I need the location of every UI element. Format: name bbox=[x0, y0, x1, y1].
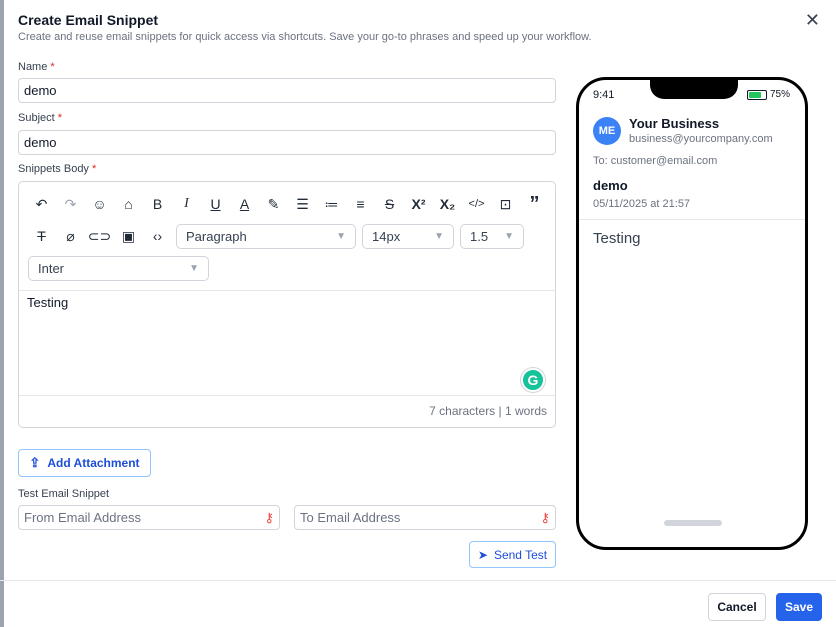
grammarly-icon[interactable]: G bbox=[521, 368, 545, 392]
font-color-icon[interactable]: A bbox=[230, 192, 259, 216]
strikethrough-icon[interactable]: S bbox=[375, 192, 404, 216]
block-format-select[interactable]: Paragraph ▼ bbox=[176, 223, 356, 249]
link-icon[interactable]: ⊂⊃ bbox=[85, 224, 114, 248]
image-icon[interactable]: ▣ bbox=[114, 224, 143, 248]
from-email-input[interactable]: From Email Address ⚷ bbox=[18, 505, 280, 530]
cancel-button[interactable]: Cancel bbox=[708, 593, 766, 621]
battery-text: 75% bbox=[769, 89, 790, 100]
add-attachment-label: Add Attachment bbox=[47, 456, 140, 470]
name-label: Name * bbox=[18, 61, 55, 73]
rich-text-editor: ↶ ↷ ☺ ⌂ B I U A ✎ ☰ ≔ ≡ S X² X₂ </> ⊡ ” … bbox=[18, 181, 556, 428]
key-icon[interactable]: ⚷ bbox=[540, 510, 550, 526]
line-height-select[interactable]: 1.5 ▼ bbox=[460, 223, 524, 249]
upload-icon: ⇪ bbox=[29, 455, 41, 470]
close-icon[interactable]: ✕ bbox=[805, 10, 820, 31]
source-code-icon[interactable]: ‹› bbox=[143, 224, 172, 248]
font-family-select[interactable]: Inter ▼ bbox=[28, 255, 209, 281]
dialog-title: Create Email Snippet bbox=[18, 12, 159, 28]
font-family-value: Inter bbox=[38, 260, 65, 276]
clear-format-icon[interactable]: T bbox=[27, 224, 56, 248]
tag-icon[interactable]: ⌂ bbox=[114, 192, 143, 216]
preview-date: 05/11/2025 at 21:57 bbox=[593, 198, 691, 210]
recipient-line: To: customer@email.com bbox=[593, 155, 718, 167]
redo-icon[interactable]: ↷ bbox=[56, 192, 85, 216]
add-attachment-button[interactable]: ⇪ Add Attachment bbox=[18, 449, 151, 477]
numbered-list-icon[interactable]: ≔ bbox=[317, 192, 346, 216]
battery-fill bbox=[748, 91, 761, 98]
dialog-header: Create Email Snippet Create and reuse em… bbox=[18, 12, 592, 43]
chevron-down-icon: ▼ bbox=[336, 230, 346, 242]
subject-label-text: Subject bbox=[18, 112, 55, 124]
bold-icon[interactable]: B bbox=[143, 192, 172, 216]
underline-icon[interactable]: U bbox=[201, 192, 230, 216]
name-input[interactable] bbox=[18, 78, 556, 103]
phone-preview: 9:41 75% ME Your Business business@yourc… bbox=[576, 77, 808, 550]
from-email-placeholder: From Email Address bbox=[24, 510, 142, 525]
required-mark: * bbox=[57, 112, 63, 124]
required-mark: * bbox=[50, 61, 55, 73]
chevron-down-icon: ▼ bbox=[189, 262, 199, 274]
undo-icon[interactable]: ↶ bbox=[27, 192, 56, 216]
highlight-icon[interactable]: ✎ bbox=[259, 192, 288, 216]
toolbar-row-2: T ⌀ ⊂⊃ ▣ ‹› Paragraph ▼ 14px ▼ 1.5 ▼ bbox=[27, 223, 524, 249]
test-snippet-label: Test Email Snippet bbox=[18, 488, 110, 500]
font-size-value: 14px bbox=[372, 228, 401, 244]
send-icon: ➤ bbox=[477, 547, 488, 562]
send-test-label: Send Test bbox=[493, 547, 548, 562]
preview-subject: demo bbox=[593, 178, 628, 193]
phone-notch bbox=[650, 80, 738, 99]
body-label: Snippets Body * bbox=[18, 163, 96, 175]
align-icon[interactable]: ≡ bbox=[346, 192, 375, 216]
business-email: business@yourcompany.com bbox=[629, 133, 773, 145]
status-time: 9:41 bbox=[593, 89, 615, 101]
preview-body: Testing bbox=[593, 230, 641, 247]
dialog-subtitle: Create and reuse email snippets for quic… bbox=[18, 31, 592, 43]
email-snippet-dialog: Create Email Snippet Create and reuse em… bbox=[0, 0, 836, 627]
emoji-icon[interactable]: ☺ bbox=[85, 192, 114, 216]
save-button[interactable]: Save bbox=[776, 593, 822, 621]
to-email-placeholder: To Email Address bbox=[300, 510, 401, 525]
bullet-list-icon[interactable]: ☰ bbox=[288, 192, 317, 216]
chevron-down-icon: ▼ bbox=[434, 230, 444, 242]
business-name: Your Business bbox=[629, 116, 720, 131]
embed-icon[interactable]: ⊡ bbox=[491, 192, 520, 216]
required-mark: * bbox=[92, 163, 97, 175]
name-label-text: Name bbox=[18, 61, 48, 73]
toolbar-row-1: ↶ ↷ ☺ ⌂ B I U A ✎ ☰ ≔ ≡ S X² X₂ </> ⊡ ” bbox=[27, 192, 549, 216]
battery-indicator: 75% bbox=[746, 89, 790, 100]
editor-content[interactable]: Testing bbox=[27, 295, 68, 310]
footer-divider bbox=[0, 580, 836, 581]
block-format-value: Paragraph bbox=[186, 228, 247, 244]
preview-divider bbox=[579, 219, 805, 220]
toolbar-divider bbox=[19, 290, 555, 291]
subject-label: Subject * bbox=[18, 112, 62, 124]
italic-icon[interactable]: I bbox=[172, 192, 201, 216]
font-size-select[interactable]: 14px ▼ bbox=[362, 223, 454, 249]
counter-divider bbox=[19, 395, 555, 396]
send-test-button[interactable]: ➤ Send Test bbox=[469, 541, 556, 568]
key-icon[interactable]: ⚷ bbox=[264, 510, 274, 526]
battery-icon bbox=[746, 89, 767, 100]
line-height-value: 1.5 bbox=[470, 228, 489, 244]
character-counter: 7 characters | 1 words bbox=[429, 404, 547, 418]
avatar: ME bbox=[593, 117, 621, 145]
clear-highlight-icon[interactable]: ⌀ bbox=[56, 224, 85, 248]
code-icon[interactable]: </> bbox=[462, 192, 491, 216]
subject-input[interactable] bbox=[18, 130, 556, 155]
subscript-icon[interactable]: X₂ bbox=[433, 192, 462, 216]
to-email-input[interactable]: To Email Address ⚷ bbox=[294, 505, 556, 530]
toolbar-row-3: Inter ▼ bbox=[27, 255, 209, 281]
home-indicator bbox=[664, 520, 722, 526]
superscript-icon[interactable]: X² bbox=[404, 192, 433, 216]
quote-icon[interactable]: ” bbox=[520, 192, 549, 216]
chevron-down-icon: ▼ bbox=[504, 230, 514, 242]
body-label-text: Snippets Body bbox=[18, 163, 89, 175]
